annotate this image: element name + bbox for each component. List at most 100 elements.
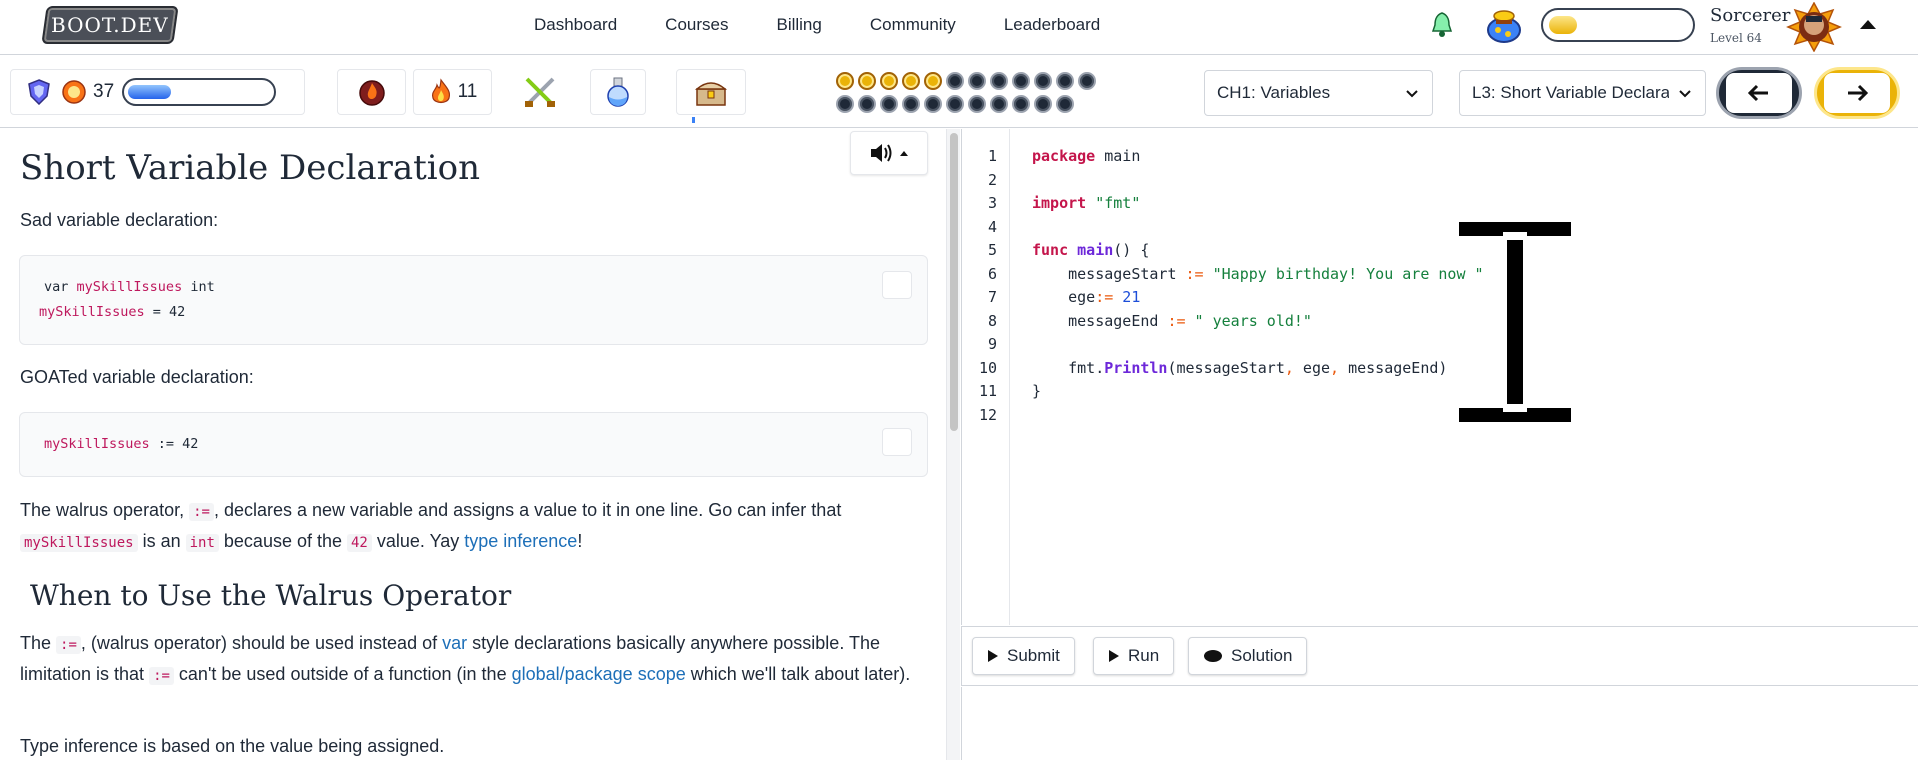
scrollbar-thumb[interactable]: [950, 133, 958, 431]
lesson-dot[interactable]: [858, 95, 876, 113]
copy-code-button[interactable]: [882, 428, 912, 456]
lesson-dot[interactable]: [836, 72, 854, 90]
code-identifier: mySkillIssues: [39, 304, 145, 320]
previous-lesson-button[interactable]: [1716, 67, 1802, 119]
code-line: import "fmt": [1032, 194, 1140, 212]
lesson-dot[interactable]: [1012, 72, 1030, 90]
line-number: 8: [987, 312, 997, 330]
potion-icon: [607, 77, 629, 107]
fire-orb-card[interactable]: [337, 69, 406, 115]
arrow-right-icon: [1848, 84, 1868, 102]
potion-card[interactable]: [590, 69, 646, 115]
avatar[interactable]: [1786, 2, 1842, 52]
code-line: var mySkillIssues int: [44, 275, 927, 300]
submit-label: Submit: [1007, 646, 1060, 665]
code-operator: :=: [1167, 312, 1186, 330]
code-string: "fmt": [1086, 194, 1141, 212]
run-button[interactable]: Run: [1093, 637, 1175, 675]
nav-leaderboard[interactable]: Leaderboard: [980, 14, 1124, 36]
code-line: mySkillIssues := 42: [44, 432, 927, 457]
lesson-dot[interactable]: [1056, 72, 1074, 90]
lesson-dot[interactable]: [1012, 95, 1030, 113]
user-level: Level 64: [1710, 31, 1762, 45]
lesson-dot[interactable]: [858, 72, 876, 90]
lesson-dot[interactable]: [946, 72, 964, 90]
walrus-paragraph: The walrus operator, :=, declares a new …: [20, 496, 930, 558]
code-text: (messageStart: [1167, 359, 1285, 377]
lesson-dot[interactable]: [1034, 72, 1052, 90]
next-lesson-button[interactable]: [1814, 67, 1900, 119]
line-number: 10: [978, 359, 997, 377]
code-type: int: [190, 279, 215, 295]
collapse-caret-icon[interactable]: [1860, 20, 1876, 29]
lesson-dot[interactable]: [1078, 72, 1096, 90]
dots-row-2: [836, 95, 1116, 113]
code-rest: = 42: [144, 304, 186, 320]
lesson-dot[interactable]: [880, 72, 898, 90]
global-scope-link[interactable]: global/package scope: [512, 664, 686, 684]
nav-billing[interactable]: Billing: [752, 14, 845, 36]
audio-button[interactable]: [850, 131, 928, 175]
gold-bag-icon[interactable]: [1484, 8, 1524, 44]
code-text: ege: [1032, 288, 1096, 306]
lesson-dot[interactable]: [1056, 95, 1074, 113]
lesson-dot[interactable]: [880, 95, 898, 113]
text: !: [577, 531, 583, 551]
boot-dev-logo[interactable]: BOOT.DEV: [41, 6, 179, 44]
output-console: [961, 687, 1918, 760]
code-keyword: var: [44, 279, 69, 295]
xp-card[interactable]: 37: [10, 69, 305, 115]
when-paragraph: The :=, (walrus operator) should be used…: [20, 629, 930, 691]
goat-label: GOATed variable declaration:: [20, 367, 254, 387]
lesson-dot[interactable]: [990, 72, 1008, 90]
chest-card[interactable]: [676, 69, 746, 115]
lesson-dot[interactable]: [902, 72, 920, 90]
type-inference-link[interactable]: type inference: [464, 531, 577, 551]
play-icon: [988, 650, 998, 662]
submit-button[interactable]: Submit: [972, 637, 1075, 675]
solution-button[interactable]: Solution: [1188, 637, 1308, 675]
text: , (walrus operator) should be used inste…: [80, 633, 443, 653]
bell-icon[interactable]: [1430, 11, 1454, 39]
nav-dashboard[interactable]: Dashboard: [510, 14, 641, 36]
lesson-dot[interactable]: [990, 95, 1008, 113]
chapter-select[interactable]: CH1: Variables: [1204, 70, 1433, 116]
nav-courses[interactable]: Courses: [641, 14, 752, 36]
play-icon: [1109, 650, 1119, 662]
inline-code: int: [185, 534, 219, 552]
code-line: messageEnd := " years old!": [1032, 312, 1312, 330]
user-name[interactable]: Sorcerer: [1710, 5, 1790, 26]
code-line: }: [1032, 382, 1041, 400]
code-line: ege:= 21: [1032, 288, 1140, 306]
code-function: main: [1068, 241, 1114, 259]
lesson-dot[interactable]: [924, 95, 942, 113]
code-text: main: [1095, 147, 1141, 165]
line-number: 3: [987, 194, 997, 212]
lesson-dot[interactable]: [924, 72, 942, 90]
sword-card[interactable]: [512, 69, 568, 115]
lesson-select[interactable]: L3: Short Variable Declaration: [1459, 70, 1706, 116]
lesson-dot[interactable]: [1034, 95, 1052, 113]
line-number: 5: [987, 241, 997, 259]
lesson-scrollbar[interactable]: [946, 129, 960, 760]
nav-community[interactable]: Community: [846, 14, 980, 36]
status-bar: 37 11 CH1: Variables L3: Short Variable …: [0, 56, 1918, 128]
lesson-dot[interactable]: [968, 72, 986, 90]
var-link[interactable]: var: [442, 633, 467, 653]
lesson-dot[interactable]: [946, 95, 964, 113]
lesson-dot[interactable]: [968, 95, 986, 113]
code-line: mySkillIssues = 42: [39, 300, 927, 325]
line-number: 11: [978, 382, 997, 400]
code-operator: ,: [1330, 359, 1340, 377]
dots-row-1: [836, 72, 1116, 90]
xp-count: 37: [93, 81, 115, 102]
lesson-dot[interactable]: [836, 95, 854, 113]
streak-card[interactable]: 11: [413, 69, 492, 115]
code-string: " years old!": [1185, 312, 1312, 330]
goat-code-block: mySkillIssues := 42: [19, 412, 928, 477]
line-number: 2: [987, 171, 997, 189]
main-nav: Dashboard Courses Billing Community Lead…: [510, 14, 1124, 36]
code-editor[interactable]: 1 2 3 4 5 6 7 8 9 10 11 12 package main …: [961, 129, 1918, 625]
copy-code-button[interactable]: [882, 271, 912, 299]
lesson-dot[interactable]: [902, 95, 920, 113]
